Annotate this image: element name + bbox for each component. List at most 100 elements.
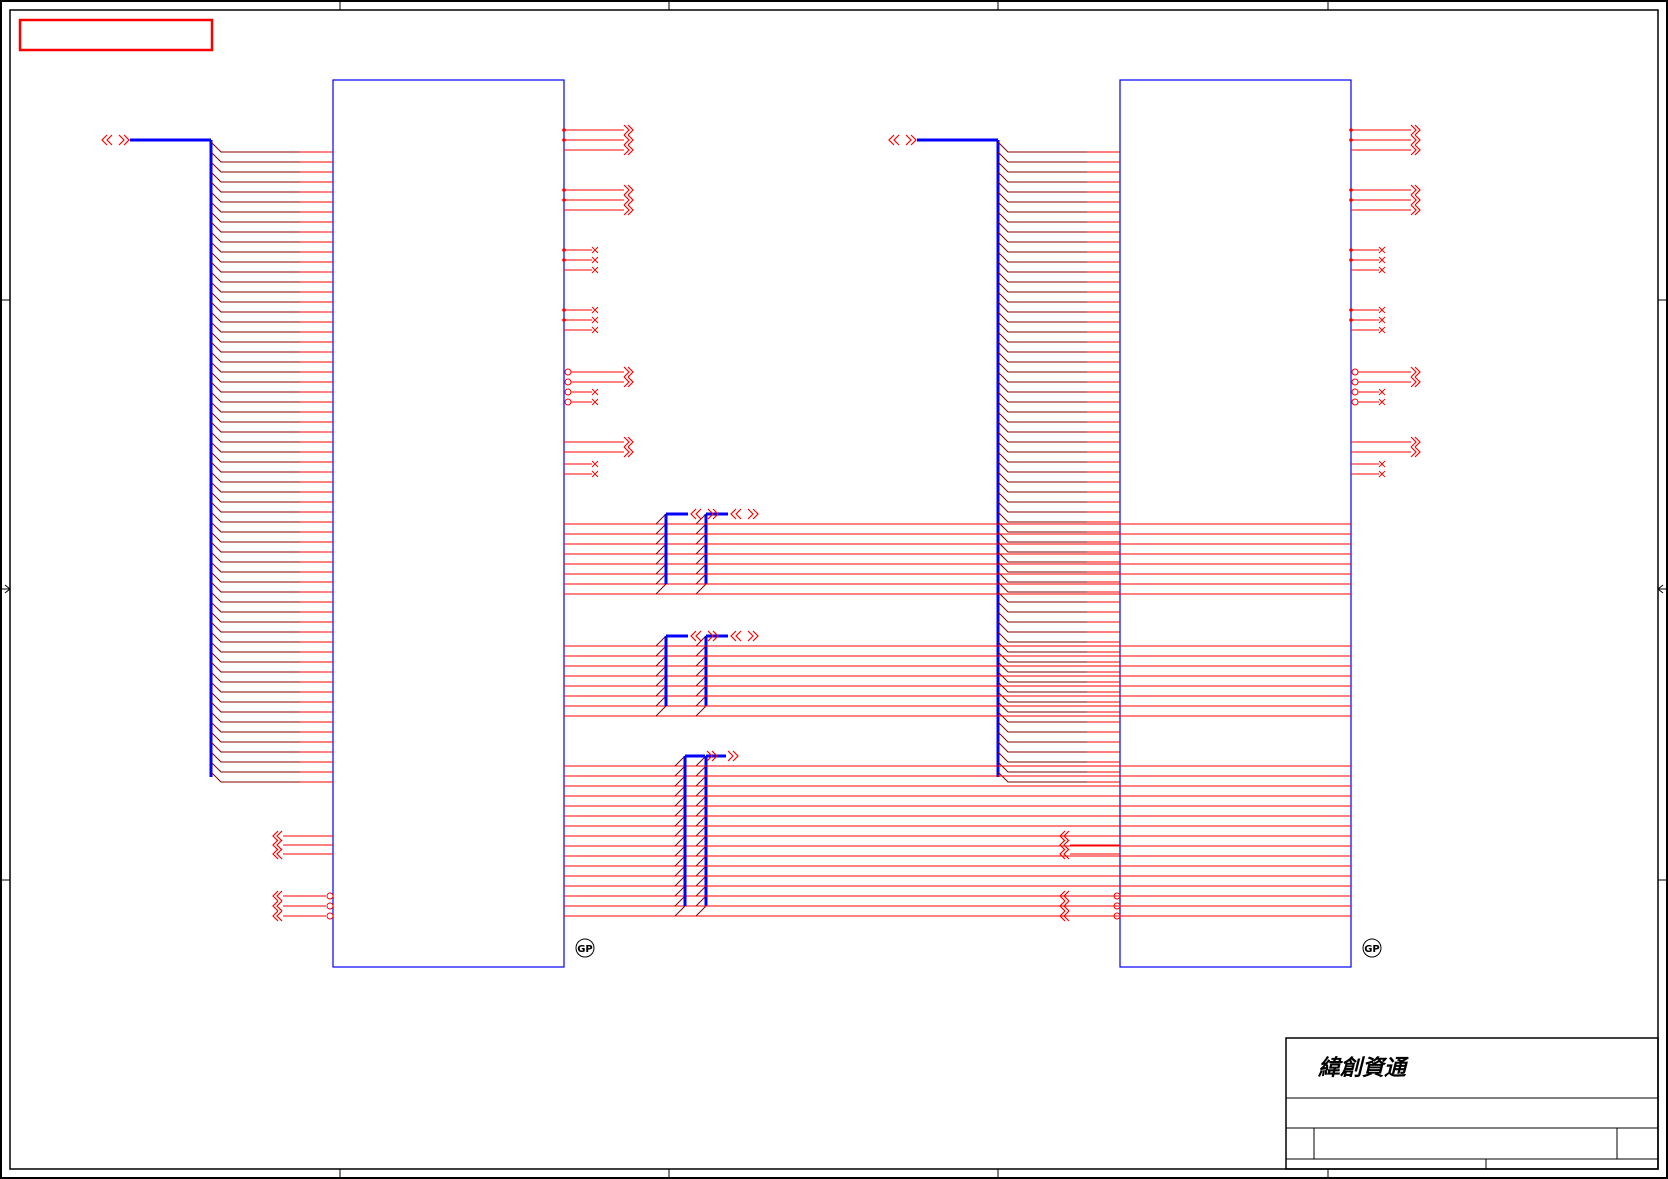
bus-entry	[210, 421, 300, 433]
bus-entry	[210, 551, 300, 563]
port-connector	[276, 830, 283, 842]
bus-entry	[210, 621, 300, 633]
bus-entry	[695, 705, 707, 717]
bus-entry	[997, 361, 1087, 373]
bus-entry	[210, 661, 300, 673]
port-connector	[623, 436, 630, 448]
gp-mark-label: GP	[1364, 944, 1380, 955]
port-connector	[623, 134, 630, 146]
bus-entry	[210, 761, 300, 773]
bus-entry	[997, 631, 1087, 643]
bus-entry	[210, 371, 300, 383]
bus-entry	[210, 361, 300, 373]
port-connector	[1063, 839, 1070, 851]
bus-entry	[997, 181, 1087, 193]
bus-entry	[997, 461, 1087, 473]
bus-entry	[997, 491, 1087, 503]
bus-entry	[210, 721, 300, 733]
bus-entry	[997, 761, 1087, 773]
bus-entry	[997, 441, 1087, 453]
port-connector	[276, 890, 283, 902]
bus-entry	[210, 431, 300, 443]
pin-dot	[1349, 188, 1353, 192]
ic-body	[332, 79, 565, 968]
bus-entry	[210, 711, 300, 723]
bus-entry	[210, 571, 300, 583]
bus-entry	[210, 701, 300, 713]
bus-entry	[997, 311, 1087, 323]
bus-entry	[997, 191, 1087, 203]
pin-dot	[562, 248, 566, 252]
bus-entry	[210, 401, 300, 413]
bus-entry	[997, 681, 1087, 693]
bus-entry	[997, 291, 1087, 303]
bus-entry	[210, 611, 300, 623]
inversion-bubble	[564, 398, 572, 406]
pin-dot	[562, 188, 566, 192]
bus-entry	[997, 171, 1087, 183]
bus-entry	[210, 411, 300, 423]
bus-entry	[997, 661, 1087, 673]
pin-dot	[1349, 308, 1353, 312]
bus-entry	[210, 241, 300, 253]
port-connector	[1410, 446, 1417, 458]
port-connector	[276, 839, 283, 851]
bus-entry	[210, 391, 300, 403]
bus-entry	[210, 771, 300, 783]
bus-entry	[210, 291, 300, 303]
bus-entry	[997, 611, 1087, 623]
inversion-bubble	[564, 368, 572, 376]
bidir-port	[695, 508, 702, 520]
bus-entry	[210, 631, 300, 643]
inversion-bubble	[564, 388, 572, 396]
schematic-canvas: 緯創資通 GP GP	[0, 0, 1668, 1179]
bus-entry	[997, 391, 1087, 403]
bus-entry	[997, 451, 1087, 463]
bus-entry	[210, 531, 300, 543]
inversion-bubble	[1351, 398, 1359, 406]
inversion-bubble	[1351, 378, 1359, 386]
port-connector	[623, 446, 630, 458]
bus-entry	[997, 151, 1087, 163]
drawing-frame	[0, 0, 1668, 1179]
port-connector	[1410, 376, 1417, 388]
bus-entry	[210, 541, 300, 553]
port-connector	[276, 910, 283, 922]
bus-entry	[210, 251, 300, 263]
bus-entry	[997, 421, 1087, 433]
bus-entry	[210, 471, 300, 483]
bus-entry	[997, 331, 1087, 343]
inner-border	[9, 9, 1659, 1170]
port-connector	[623, 194, 630, 206]
bus-entry	[210, 681, 300, 693]
bidir-port	[106, 134, 113, 146]
bidir-port	[893, 134, 900, 146]
outer-border	[0, 0, 1668, 1179]
bus-entry	[997, 271, 1087, 283]
port-connector	[1410, 194, 1417, 206]
bus-entry	[997, 241, 1087, 253]
bus-entry	[997, 431, 1087, 443]
bus-entry	[210, 501, 300, 513]
bus-entry	[655, 583, 667, 595]
bus-entry	[674, 905, 686, 917]
bus-entry	[655, 705, 667, 717]
bus-entry	[997, 261, 1087, 273]
bus-entry	[997, 771, 1087, 783]
bus-entry	[997, 371, 1087, 383]
bus-entry	[695, 905, 707, 917]
bus-entry	[997, 381, 1087, 393]
pin-dot	[562, 198, 566, 202]
bidir-port	[905, 134, 912, 146]
bidir-port	[735, 630, 742, 642]
bidir-port	[695, 630, 702, 642]
port-connector	[623, 124, 630, 136]
pin-dot	[1349, 138, 1353, 142]
bus-entry	[210, 191, 300, 203]
bus-entry	[210, 601, 300, 613]
port-connector	[276, 848, 283, 860]
bus-entry	[210, 581, 300, 593]
bus-entry	[210, 151, 300, 163]
bus-entry	[210, 141, 300, 153]
bus-entry	[997, 211, 1087, 223]
